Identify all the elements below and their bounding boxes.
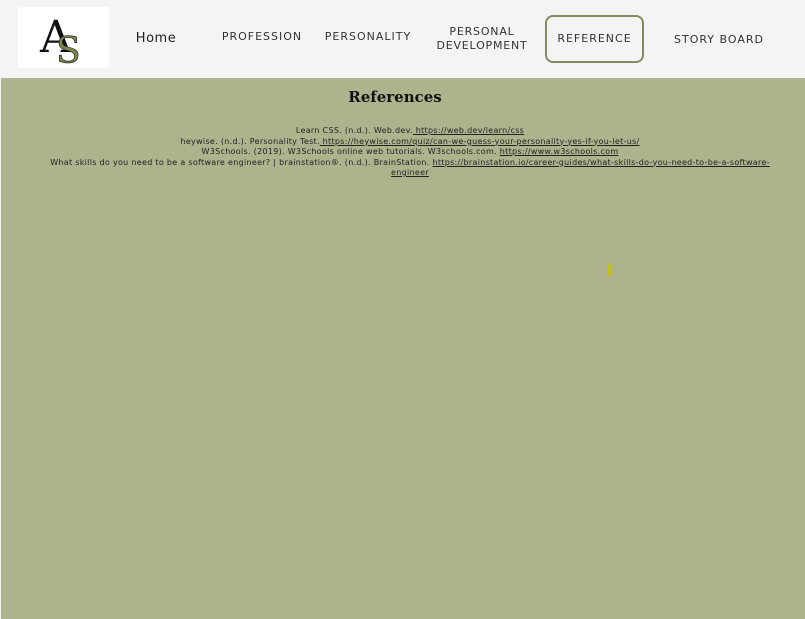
reference-link[interactable]: https://brainstation.io/career-guides/wh… xyxy=(391,158,770,178)
main-content: References Learn CSS. (n.d.). Web.dev. h… xyxy=(1,78,805,619)
nav-home-link[interactable]: Home xyxy=(128,32,184,46)
reference-list: Learn CSS. (n.d.). Web.dev. https://web.… xyxy=(41,126,779,179)
nav-profession-link[interactable]: PROFESSION xyxy=(214,30,310,44)
reference-item: What skills do you need to be a software… xyxy=(41,158,779,179)
site-header: A S Home PROFESSION PERSONALITY PERSONAL… xyxy=(0,0,805,78)
text-cursor-icon xyxy=(607,264,611,276)
reference-item: W3Schools. (2019). W3Schools online web … xyxy=(41,147,779,158)
reference-link[interactable]: https://heywise.com/quiz/can-we-guess-yo… xyxy=(320,137,640,146)
page-title: References xyxy=(348,88,442,106)
nav-personal-line1: PERSONAL xyxy=(449,25,515,38)
reference-link[interactable]: https://web.dev/learn/css xyxy=(413,126,524,135)
reference-item: Learn CSS. (n.d.). Web.dev. https://web.… xyxy=(41,126,779,137)
reference-text: What skills do you need to be a software… xyxy=(50,157,430,167)
logo-icon: A S xyxy=(39,12,81,68)
reference-text: W3Schools. (2019). W3Schools online web … xyxy=(201,147,497,156)
logo-letter-s: S xyxy=(56,31,81,68)
nav-personal-line2: DEVELOPMENT xyxy=(436,39,528,52)
nav-reference-link[interactable]: REFERENCE xyxy=(545,15,644,63)
reference-item: heywise. (n.d.). Personality Test. https… xyxy=(41,137,779,148)
site-logo[interactable]: A S xyxy=(18,7,109,68)
reference-text: Learn CSS. (n.d.). Web.dev. xyxy=(295,126,413,135)
nav-story-board-link[interactable]: STORY BOARD xyxy=(668,33,770,47)
nav-personality-link[interactable]: PERSONALITY xyxy=(318,30,418,44)
nav-personal-development-link[interactable]: PERSONAL DEVELOPMENT xyxy=(428,25,536,53)
reference-link[interactable]: https://www.w3schools.com xyxy=(500,147,619,156)
reference-text: heywise. (n.d.). Personality Test. xyxy=(180,136,320,146)
